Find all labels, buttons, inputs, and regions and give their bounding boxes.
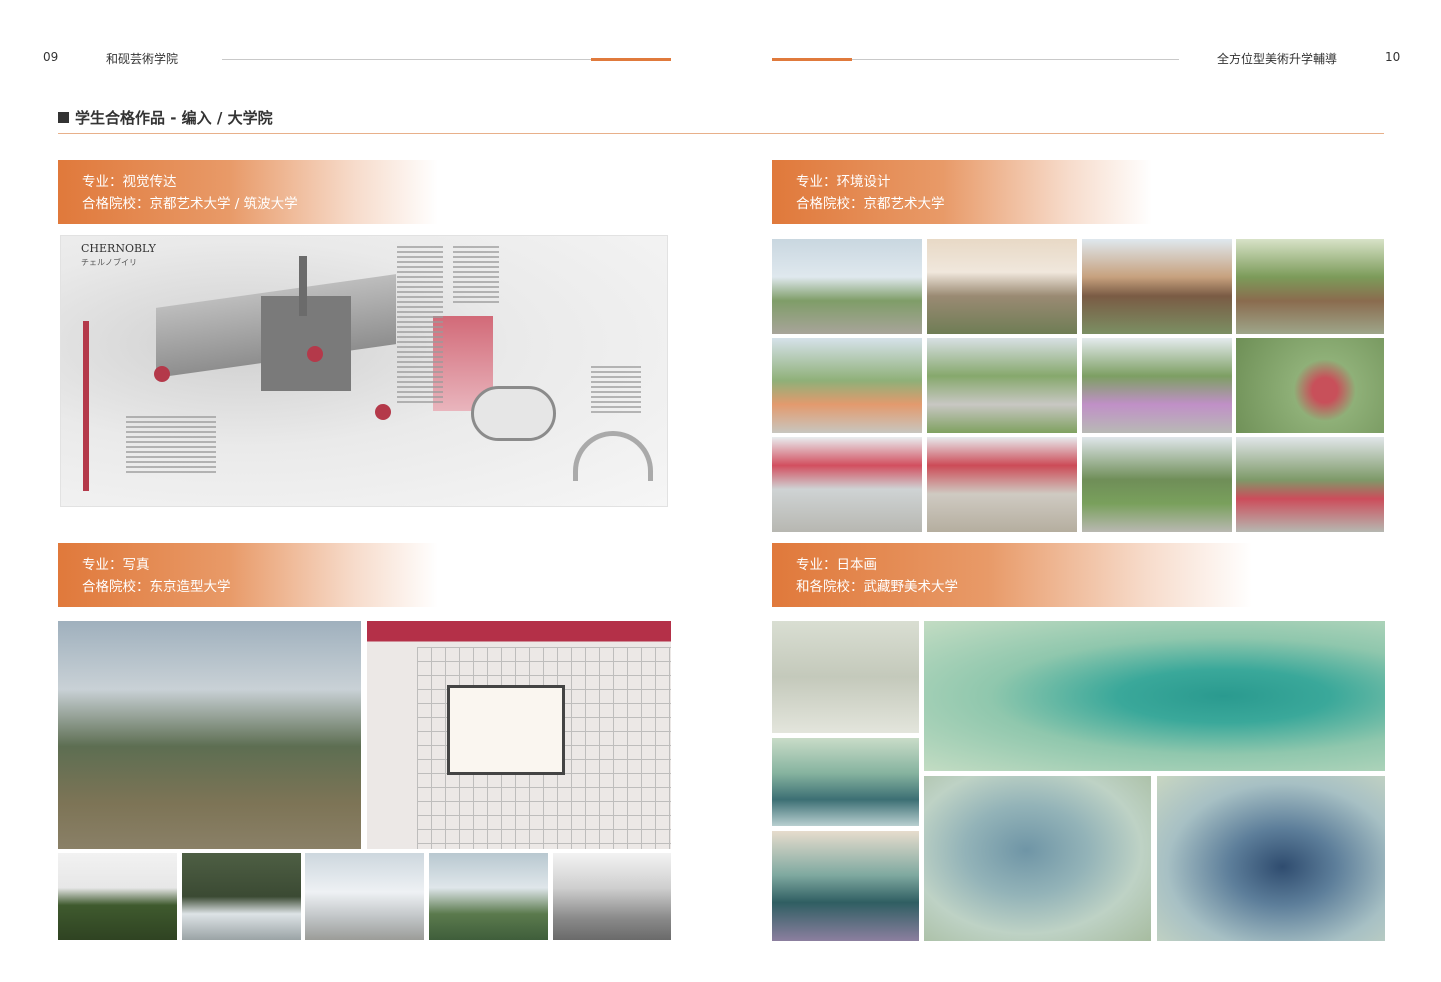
header-accent-left — [591, 58, 671, 61]
crocodile-painting-image — [924, 776, 1151, 941]
section-title-text: 学生合格作品 - 编入 / 大学院 — [75, 109, 273, 127]
banner-school: 合格院校：京都艺术大学 / 筑波大学 — [82, 196, 298, 212]
environment-render-image — [927, 239, 1077, 334]
environment-render-image — [1236, 437, 1384, 532]
header-accent-right — [772, 58, 852, 61]
poster-text-column — [591, 366, 641, 416]
crocodile-painting-image — [772, 831, 919, 941]
environment-render-image — [927, 437, 1077, 532]
banner-major: 专业：写真 — [82, 557, 150, 573]
crocodile-painting-image — [772, 738, 919, 826]
section-title: 学生合格作品 - 编入 / 大学院 — [58, 107, 273, 128]
environment-render-image — [772, 239, 922, 334]
poster-marker — [375, 404, 391, 420]
chernobyl-poster-image: CHERNOBLY チェルノブイリ — [60, 235, 668, 507]
poster-text-column — [126, 416, 216, 476]
crocodile-painting-image — [1157, 776, 1385, 941]
environment-render-image — [772, 338, 922, 433]
poster-subtitle: チェルノブイリ — [81, 258, 137, 267]
banner-school: 和各院校：武藏野美术大学 — [796, 579, 958, 595]
photo-thumbnail — [305, 853, 424, 940]
restaurant-wall-photo — [367, 621, 671, 849]
right-page-number: 10 — [1385, 50, 1401, 64]
poster-title: CHERNOBLY チェルノブイリ — [81, 242, 156, 268]
banner-major: 专业：视觉传达 — [82, 174, 177, 190]
banner-major: 专业：日本画 — [796, 557, 877, 573]
sketch-painting-image — [772, 621, 919, 733]
environment-render-image — [1082, 437, 1232, 532]
greenhouse-photo — [58, 621, 361, 849]
environment-render-image — [772, 437, 922, 532]
banner-photography: 专业：写真 合格院校：东京造型大学 — [58, 543, 438, 607]
banner-environmental-design: 专业：环境设计 合格院校：京都艺术大学 — [772, 160, 1152, 224]
environment-render-image — [1082, 338, 1232, 433]
banner-visual-communication: 专业：视觉传达 合格院校：京都艺术大学 / 筑波大学 — [58, 160, 438, 224]
crocodile-painting-large — [924, 621, 1385, 771]
left-running-title: 和砚芸術学院 — [106, 52, 179, 66]
poster-marker — [307, 346, 323, 362]
banner-japanese-painting: 专业：日本画 和各院校：武藏野美术大学 — [772, 543, 1252, 607]
photo-thumbnail — [182, 853, 301, 940]
poster-text-column — [397, 246, 443, 406]
photo-thumbnail — [553, 853, 671, 940]
environment-render-image — [1236, 239, 1384, 334]
photo-thumbnail — [429, 853, 548, 940]
poster-chimney — [299, 256, 307, 316]
banner-major: 专业：环境设计 — [796, 174, 891, 190]
poster-sarcophagus — [471, 386, 556, 441]
poster-title-text: CHERNOBLY — [81, 242, 156, 255]
poster-arch — [573, 431, 653, 481]
restaurant-sign — [447, 685, 565, 775]
environment-render-image — [1236, 338, 1384, 433]
left-page-number: 09 — [43, 50, 59, 64]
banner-school: 合格院校：京都艺术大学 — [796, 196, 945, 212]
section-rule — [58, 133, 1384, 134]
poster-marker — [154, 366, 170, 382]
environment-render-image — [927, 338, 1077, 433]
photo-thumbnail — [58, 853, 177, 940]
environment-render-image — [1082, 239, 1232, 334]
square-bullet-icon — [58, 112, 69, 123]
right-running-title: 全方位型美術升学輔導 — [1217, 52, 1338, 66]
poster-timeline-bar — [83, 321, 89, 491]
banner-school: 合格院校：东京造型大学 — [82, 579, 231, 595]
poster-text-column — [453, 246, 499, 306]
